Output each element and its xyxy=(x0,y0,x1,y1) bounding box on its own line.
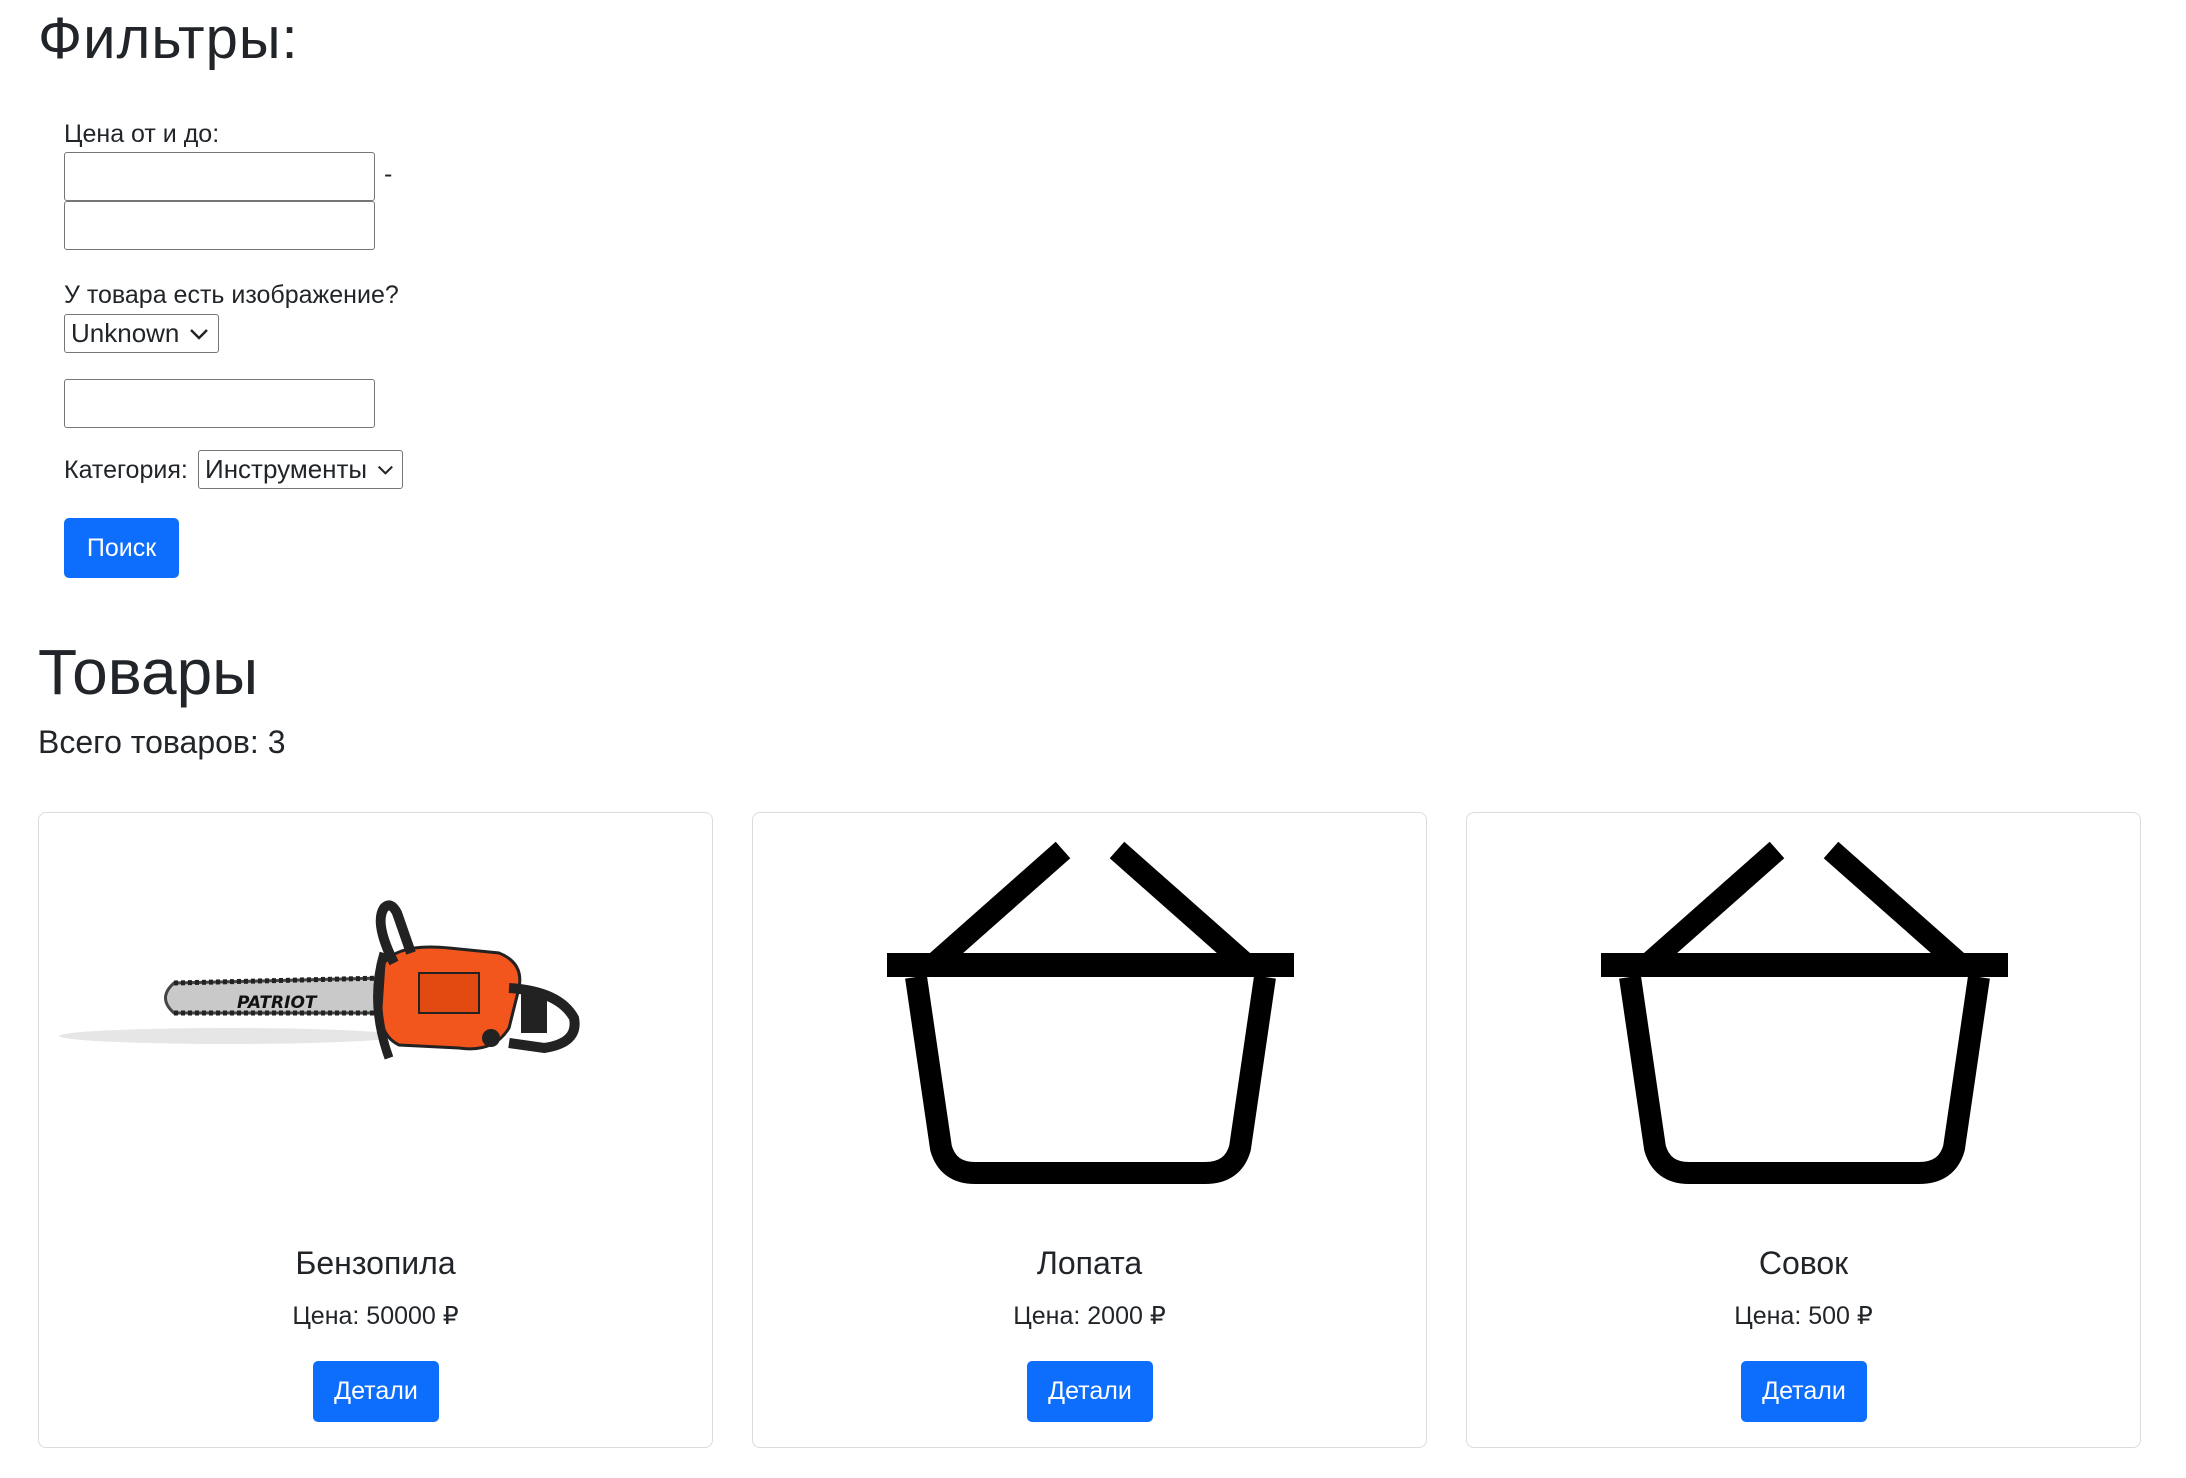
details-button[interactable]: Детали xyxy=(1027,1361,1153,1422)
price-from-input[interactable] xyxy=(64,152,375,201)
product-price: Цена: 50000 ₽ xyxy=(292,1302,459,1330)
search-button[interactable]: Поиск xyxy=(64,518,179,578)
product-name: Лопата xyxy=(1036,1245,1143,1281)
chevron-down-icon xyxy=(378,465,394,475)
category-select[interactable]: Инструменты xyxy=(198,450,403,489)
price-separator: - xyxy=(384,160,393,188)
category-selected-value: Инструменты xyxy=(205,454,368,484)
product-name: Совок xyxy=(1758,1245,1849,1281)
products-total-count: Всего товаров: 3 xyxy=(38,724,286,760)
has-image-selected-value: Unknown xyxy=(71,318,180,348)
name-search-input[interactable] xyxy=(64,379,375,428)
product-card: PATRIOT Бензопила Цена: 50000 ₽ Детали xyxy=(38,812,713,1448)
details-button[interactable]: Детали xyxy=(313,1361,439,1422)
filters-title: Фильтры: xyxy=(38,6,299,71)
price-to-input[interactable] xyxy=(64,201,375,250)
product-price: Цена: 500 ₽ xyxy=(1734,1302,1873,1330)
product-name: Бензопила xyxy=(295,1245,456,1281)
basket-icon xyxy=(887,841,1294,1184)
product-price: Цена: 2000 ₽ xyxy=(1013,1302,1166,1330)
product-card: Лопата Цена: 2000 ₽ Детали xyxy=(752,812,1427,1448)
has-image-select[interactable]: Unknown xyxy=(64,314,219,353)
products-title: Товары xyxy=(38,636,259,708)
has-image-label: У товара есть изображение? xyxy=(64,281,399,309)
basket-icon xyxy=(1601,841,2008,1184)
chainsaw-brand-text: PATRIOT xyxy=(237,993,318,1013)
price-range-label: Цена от и до: xyxy=(64,120,220,148)
product-card: Совок Цена: 500 ₽ Детали xyxy=(1466,812,2141,1448)
price-from-row: - xyxy=(64,152,464,201)
chevron-down-icon xyxy=(190,328,209,340)
category-label: Категория: xyxy=(64,456,188,484)
chainsaw-image: PATRIOT xyxy=(59,900,580,1060)
details-button[interactable]: Детали xyxy=(1741,1361,1867,1422)
